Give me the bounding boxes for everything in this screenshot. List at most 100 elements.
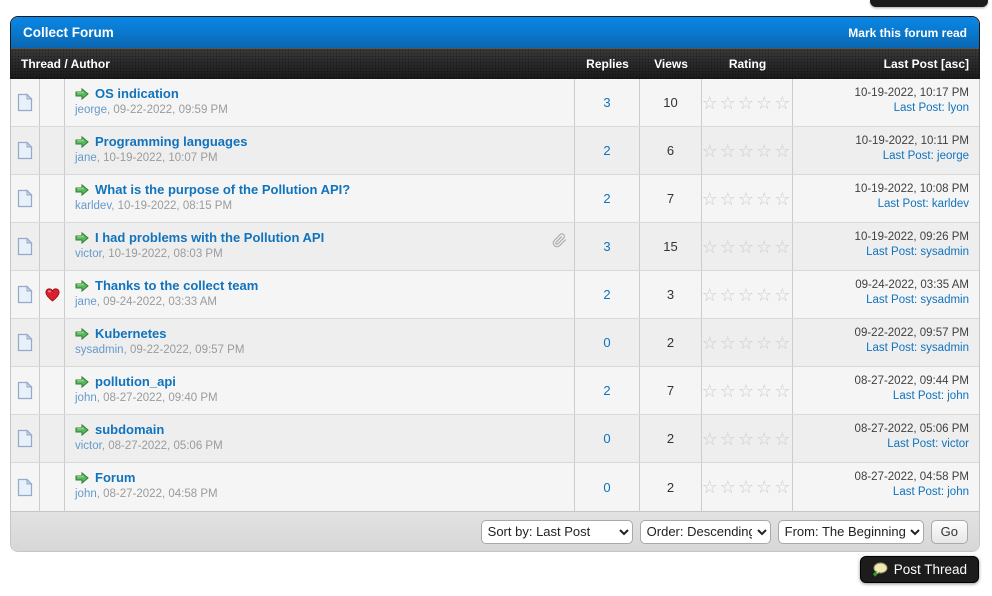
column-rating[interactable]: Rating [702, 57, 793, 71]
views-count: 15 [640, 223, 702, 270]
column-last-post[interactable]: Last Post [asc] [793, 57, 979, 71]
replies-count-link[interactable]: 2 [603, 383, 610, 398]
thread-title-link[interactable]: What is the purpose of the Pollution API… [95, 182, 350, 197]
thread-date: , 09-22-2022, 09:57 PM [124, 344, 245, 356]
rating-stars[interactable]: ☆☆☆☆☆ [702, 478, 793, 496]
goto-first-unread-icon[interactable] [75, 135, 89, 149]
table-row: pollution_api john, 08-27-2022, 09:40 PM… [11, 367, 979, 415]
thread-author-link[interactable]: john [75, 488, 97, 500]
rating-stars[interactable]: ☆☆☆☆☆ [702, 286, 793, 304]
last-post-date: 08-27-2022, 05:06 PM [793, 423, 969, 435]
goto-first-unread-icon[interactable] [75, 279, 89, 293]
thread-date: , 09-22-2022, 09:59 PM [107, 104, 228, 116]
thread-page-icon [17, 333, 33, 352]
order-select[interactable]: Order: Descending [640, 520, 771, 544]
rating-stars[interactable]: ☆☆☆☆☆ [702, 382, 793, 400]
thread-title-link[interactable]: Programming languages [95, 134, 247, 149]
thread-status-cell [11, 367, 40, 414]
last-post-user-link[interactable]: Last Post: victor [887, 438, 969, 450]
thread-page-icon [17, 141, 33, 160]
replies-count-link[interactable]: 3 [603, 95, 610, 110]
goto-first-unread-icon[interactable] [75, 183, 89, 197]
go-button[interactable]: Go [931, 520, 968, 544]
last-post-date: 08-27-2022, 09:44 PM [793, 375, 969, 387]
last-post-cell: 10-19-2022, 10:08 PM Last Post: karldev [793, 175, 979, 222]
thread-title-link[interactable]: subdomain [95, 422, 164, 437]
thread-cell: What is the purpose of the Pollution API… [65, 175, 575, 222]
thread-status-cell [11, 127, 40, 174]
thread-date: , 09-24-2022, 03:33 AM [97, 296, 217, 308]
replies-count-link[interactable]: 2 [603, 287, 610, 302]
replies-count-link[interactable]: 2 [603, 191, 610, 206]
thread-author-link[interactable]: victor [75, 248, 102, 260]
replies-count-link[interactable]: 0 [603, 335, 610, 350]
goto-first-unread-icon[interactable] [75, 471, 89, 485]
thread-cell: pollution_api john, 08-27-2022, 09:40 PM [65, 367, 575, 414]
last-post-date: 10-19-2022, 10:11 PM [793, 135, 969, 147]
thread-author-link[interactable]: jane [75, 296, 97, 308]
rating-stars[interactable]: ☆☆☆☆☆ [702, 238, 793, 256]
thread-title-link[interactable]: I had problems with the Pollution API [95, 230, 324, 245]
forum-title-bar: Collect Forum Mark this forum read [11, 17, 979, 48]
thread-title-link[interactable]: pollution_api [95, 374, 176, 389]
table-row: Forum john, 08-27-2022, 04:58 PM 0 2 ☆☆☆… [11, 463, 979, 511]
mark-forum-read-link[interactable]: Mark this forum read [848, 26, 967, 40]
table-row: Kubernetes sysadmin, 09-22-2022, 09:57 P… [11, 319, 979, 367]
last-post-user-link[interactable]: Last Post: john [893, 390, 969, 402]
sort-by-select[interactable]: Sort by: Last Post [481, 520, 633, 544]
last-post-cell: 10-19-2022, 10:17 PM Last Post: lyon [793, 79, 979, 126]
table-row: I had problems with the Pollution API vi… [11, 223, 979, 271]
rating-stars[interactable]: ☆☆☆☆☆ [702, 142, 793, 160]
thread-author-link[interactable]: victor [75, 440, 102, 452]
rating-stars[interactable]: ☆☆☆☆☆ [702, 430, 793, 448]
thread-author-link[interactable]: karldev [75, 200, 111, 212]
thread-author-link[interactable]: sysadmin [75, 344, 124, 356]
column-thread-author[interactable]: Thread / Author [11, 57, 575, 71]
rating-stars[interactable]: ☆☆☆☆☆ [702, 94, 793, 112]
top-post-thread-button-partial[interactable] [870, 0, 988, 7]
forum-title: Collect Forum [23, 25, 114, 40]
goto-first-unread-icon[interactable] [75, 423, 89, 437]
last-post-cell: 09-24-2022, 03:35 AM Last Post: sysadmin [793, 271, 979, 318]
goto-first-unread-icon[interactable] [75, 231, 89, 245]
last-post-user-link[interactable]: Last Post: sysadmin [866, 294, 969, 306]
last-post-user-link[interactable]: Last Post: jeorge [883, 150, 969, 162]
goto-first-unread-icon[interactable] [75, 327, 89, 341]
thread-indicator-cell [40, 223, 65, 270]
last-post-date: 10-19-2022, 10:17 PM [793, 87, 969, 99]
last-post-cell: 09-22-2022, 09:57 PM Last Post: sysadmin [793, 319, 979, 366]
rating-stars[interactable]: ☆☆☆☆☆ [702, 190, 793, 208]
replies-count-link[interactable]: 0 [603, 480, 610, 495]
thread-page-icon [17, 189, 33, 208]
last-post-user-link[interactable]: Last Post: sysadmin [866, 246, 969, 258]
last-post-user-link[interactable]: Last Post: john [893, 486, 969, 498]
thread-indicator-cell [40, 463, 65, 511]
thread-title-link[interactable]: Forum [95, 470, 135, 485]
replies-count-link[interactable]: 0 [603, 431, 610, 446]
thread-title-link[interactable]: OS indication [95, 86, 179, 101]
thread-title-link[interactable]: Kubernetes [95, 326, 167, 341]
column-replies[interactable]: Replies [575, 57, 640, 71]
last-post-user-link[interactable]: Last Post: sysadmin [866, 342, 969, 354]
replies-count-link[interactable]: 3 [603, 239, 610, 254]
from-select[interactable]: From: The Beginning [778, 520, 924, 544]
goto-first-unread-icon[interactable] [75, 87, 89, 101]
views-count: 7 [640, 367, 702, 414]
rating-stars[interactable]: ☆☆☆☆☆ [702, 334, 793, 352]
last-post-date: 10-19-2022, 10:08 PM [793, 183, 969, 195]
post-thread-button[interactable]: Post Thread [860, 556, 979, 583]
thread-author-link[interactable]: jeorge [75, 104, 107, 116]
thread-author-link[interactable]: john [75, 392, 97, 404]
goto-first-unread-icon[interactable] [75, 375, 89, 389]
replies-count-link[interactable]: 2 [603, 143, 610, 158]
thread-indicator-cell [40, 127, 65, 174]
last-post-user-link[interactable]: Last Post: lyon [894, 102, 969, 114]
thread-date: , 10-19-2022, 08:15 PM [111, 200, 232, 212]
last-post-user-link[interactable]: Last Post: karldev [878, 198, 969, 210]
thread-page-icon [17, 93, 33, 112]
table-row: subdomain victor, 08-27-2022, 05:06 PM 0… [11, 415, 979, 463]
thread-author-link[interactable]: jane [75, 152, 97, 164]
column-views[interactable]: Views [640, 57, 702, 71]
views-count: 7 [640, 175, 702, 222]
thread-title-link[interactable]: Thanks to the collect team [95, 278, 258, 293]
